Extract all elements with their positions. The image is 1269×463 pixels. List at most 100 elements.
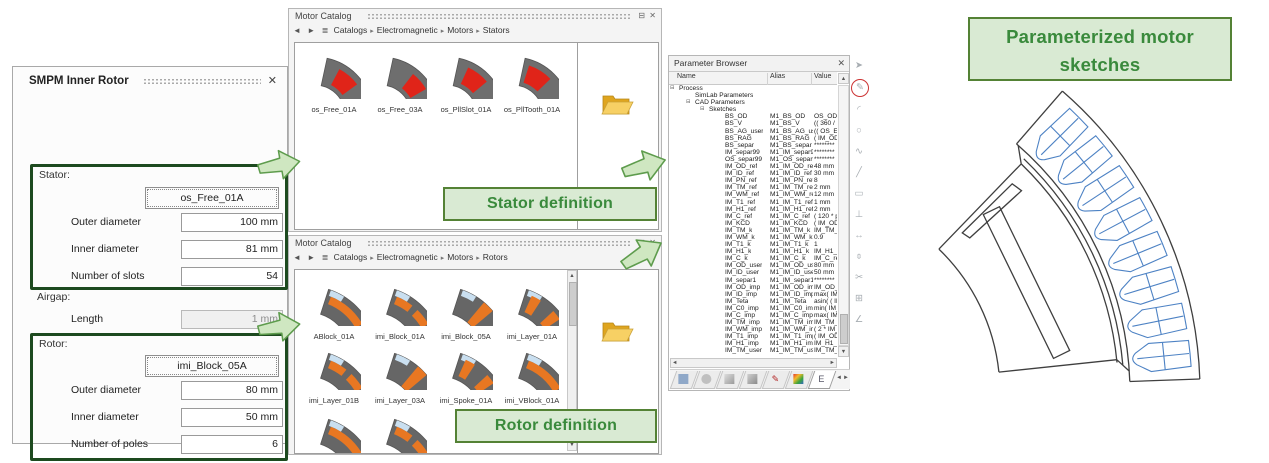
parameter-row[interactable]: IM_PN_refM1_IM_PN_ref8 <box>669 177 837 184</box>
breadcrumb-item[interactable]: Stators <box>483 25 510 35</box>
stator-inner-diameter-field[interactable]: 81 mm <box>181 240 283 259</box>
window-titlebar[interactable]: Motor Catalog ⊟ ✕ <box>289 9 661 24</box>
rotor-inner-diameter-field[interactable]: 50 mm <box>181 408 283 427</box>
dialog-drag-handle[interactable] <box>143 78 261 86</box>
catalog-item[interactable]: imi_Spoke_01A <box>435 342 497 405</box>
back-icon[interactable]: ◄ <box>293 253 301 262</box>
catalog-item[interactable]: os_Free_03A <box>369 53 431 114</box>
parameter-row[interactable]: IM_C0_impM1_IM_C0_impmin( IM_ <box>669 305 837 312</box>
parameter-row[interactable]: IM_TetaM1_IM_Tetaasin( ( IM <box>669 298 837 305</box>
catalog-item[interactable]: ABlock_01A <box>303 278 365 341</box>
parameter-row[interactable]: IM_WM_refM1_IM_WM_ref12 mm <box>669 191 837 198</box>
parameter-row[interactable]: IM_KCDM1_IM_KCD( IM_OD <box>669 220 837 227</box>
parameter-row[interactable]: IM_C_refM1_IM_C_ref( 120 * p <box>669 213 837 220</box>
tree-expander-icon[interactable]: ⊟ <box>700 106 705 113</box>
parameter-row[interactable]: IM_separ1M1_IM_separ1******** <box>669 277 837 284</box>
column-alias[interactable]: Alias <box>770 73 785 80</box>
parameter-row[interactable]: IM_separ99M1_IM_separ99******** <box>669 149 837 156</box>
parameter-row[interactable]: IM_TM_kM1_IM_TM_kIM_TM_ <box>669 227 837 234</box>
breadcrumb-item[interactable]: Rotors <box>483 252 508 262</box>
parameter-row[interactable]: IM_TM_userM1_IM_TM_userIM_TM_ <box>669 347 837 354</box>
breadcrumb-item[interactable]: Motors <box>447 252 473 262</box>
motor-sketch-viewport[interactable] <box>855 75 1260 393</box>
folder-icon[interactable] <box>600 91 634 124</box>
tree-expander-icon[interactable]: ⊟ <box>670 85 675 92</box>
parameter-row[interactable]: IM_C_kM1_IM_C_kIM_C_re <box>669 255 837 262</box>
catalog-item[interactable]: imi_Layer_01B <box>303 342 365 405</box>
tab-report[interactable]: E <box>808 371 837 389</box>
breadcrumb-item[interactable]: Motors <box>447 25 473 35</box>
scrollbar-thumb[interactable] <box>840 314 848 344</box>
parameter-row[interactable]: IM_H1_refM1_IM_H1_ref2 mm <box>669 206 837 213</box>
breadcrumb-item[interactable]: Electromagnetic <box>377 252 438 262</box>
parameter-row[interactable]: OS_separ99M1_OS_separ99******** <box>669 156 837 163</box>
parameter-row[interactable]: IM_WM_impM1_IM_WM_imp( 2 * IM_ <box>669 326 837 333</box>
parameter-row[interactable]: IM_OD_refM1_IM_OD_ref48 mm <box>669 163 837 170</box>
parameter-row[interactable]: IM_C_impM1_IM_C_impmax( IM <box>669 312 837 319</box>
tab-scroll-right-icon[interactable]: ► <box>843 375 849 381</box>
catalog-item[interactable]: os_Free_01A <box>303 53 365 114</box>
parameter-row[interactable]: IM_WM_kM1_IM_WM_k0.9 <box>669 234 837 241</box>
catalog-item[interactable]: os_PllSlot_01A <box>435 53 497 114</box>
parameter-row[interactable]: ⊟CAD Parameters <box>669 99 837 106</box>
menu-icon[interactable]: ≣ <box>322 253 329 262</box>
parameter-row[interactable]: IM_TM_refM1_IM_TM_ref2 mm <box>669 184 837 191</box>
catalog-item[interactable]: os_PllTooth_01A <box>501 53 563 114</box>
parameter-row[interactable]: IM_T1_impM1_IM_T1_imp( IM_OD <box>669 333 837 340</box>
horizontal-scrollbar[interactable]: ◄ ► <box>670 358 837 368</box>
stator-slots-field[interactable]: 54 <box>181 267 283 286</box>
breadcrumb-item[interactable]: Electromagnetic <box>377 25 438 35</box>
titlebar-drag-handle[interactable] <box>367 240 631 248</box>
close-icon[interactable]: ✕ <box>268 74 277 87</box>
tab-scroll-left-icon[interactable]: ◄ <box>836 375 842 381</box>
parameter-row[interactable]: BS_VM1_BS_V(( 360 / <box>669 120 837 127</box>
catalog-item[interactable]: imi_VBlock_01A <box>501 342 563 405</box>
scroll-down-icon[interactable]: ▼ <box>838 346 849 357</box>
pointer-icon[interactable]: ➤ <box>851 58 867 74</box>
catalog-item[interactable]: imi_Layer_01A <box>501 278 563 341</box>
parameter-row[interactable]: BS_ODM1_BS_ODOS_OD_ <box>669 113 837 120</box>
window-titlebar[interactable]: Motor Catalog ⊟ ✕ <box>289 236 661 251</box>
column-name[interactable]: Name <box>677 73 696 80</box>
stator-type-button[interactable]: os_Free_01A <box>145 187 279 209</box>
catalog-item[interactable]: imi_Block_01A <box>369 278 431 341</box>
parameter-row[interactable]: IM_TM_impM1_IM_TM_impIM_TM_ <box>669 319 837 326</box>
parameter-row[interactable]: ⊟Sketches <box>669 106 837 113</box>
stator-outer-diameter-field[interactable]: 100 mm <box>181 213 283 232</box>
catalog-item[interactable] <box>303 408 365 454</box>
scroll-right-icon[interactable]: ► <box>830 360 835 366</box>
table-header[interactable]: Name Alias Value <box>669 72 837 85</box>
window-menu-icon[interactable]: ⊟ <box>638 11 645 21</box>
vertical-scrollbar[interactable] <box>838 85 849 346</box>
close-icon[interactable]: ✕ <box>649 11 656 21</box>
parameter-row[interactable]: IM_ID_refM1_IM_ID_ref30 mm <box>669 170 837 177</box>
forward-icon[interactable]: ► <box>307 26 315 35</box>
parameter-row[interactable]: IM_OD_impM1_IM_OD_impIM_OD_ <box>669 284 837 291</box>
titlebar-drag-handle[interactable] <box>367 13 631 21</box>
parameter-row[interactable]: BS_separM1_BS_separ******** <box>669 142 837 149</box>
catalog-item[interactable]: imi_Block_05A <box>435 278 497 341</box>
rotor-outer-diameter-field[interactable]: 80 mm <box>181 381 283 400</box>
parameter-row[interactable]: IM_ID_userM1_IM_ID_user50 mm <box>669 269 837 276</box>
parameter-row[interactable]: ⊟Process <box>669 85 837 92</box>
scroll-up-icon[interactable]: ▲ <box>568 271 576 281</box>
parameter-row[interactable]: IM_H1_kM1_IM_H1_kIM_H1_r <box>669 248 837 255</box>
parameter-row[interactable]: BS_AG_userM1_BS_AG_user(( OS_E <box>669 128 837 135</box>
catalog-item[interactable]: imi_Layer_03A <box>369 342 431 405</box>
forward-icon[interactable]: ► <box>307 253 315 262</box>
parameter-row[interactable]: IM_ID_impM1_IM_ID_impmax( IM <box>669 291 837 298</box>
scrollbar-thumb[interactable] <box>569 282 577 326</box>
column-value[interactable]: Value <box>814 73 831 80</box>
back-icon[interactable]: ◄ <box>293 26 301 35</box>
rotor-poles-field[interactable]: 6 <box>181 435 283 454</box>
folder-icon[interactable] <box>600 318 634 351</box>
parameter-row[interactable]: BS_RAGM1_BS_RAG( IM_OD <box>669 135 837 142</box>
catalog-item[interactable] <box>369 408 431 454</box>
parameter-row[interactable]: SimLab Parameters <box>669 92 837 99</box>
breadcrumb-item[interactable]: Catalogs <box>334 25 368 35</box>
parameter-row[interactable]: IM_T1_refM1_IM_T1_ref1 mm <box>669 199 837 206</box>
scroll-up-icon[interactable]: ▲ <box>838 73 849 84</box>
parameter-row[interactable]: IM_OD_userM1_IM_OD_user80 mm <box>669 262 837 269</box>
scroll-left-icon[interactable]: ◄ <box>672 360 677 366</box>
parameter-row[interactable]: IM_H1_impM1_IM_H1_impIM_H1_i <box>669 340 837 347</box>
